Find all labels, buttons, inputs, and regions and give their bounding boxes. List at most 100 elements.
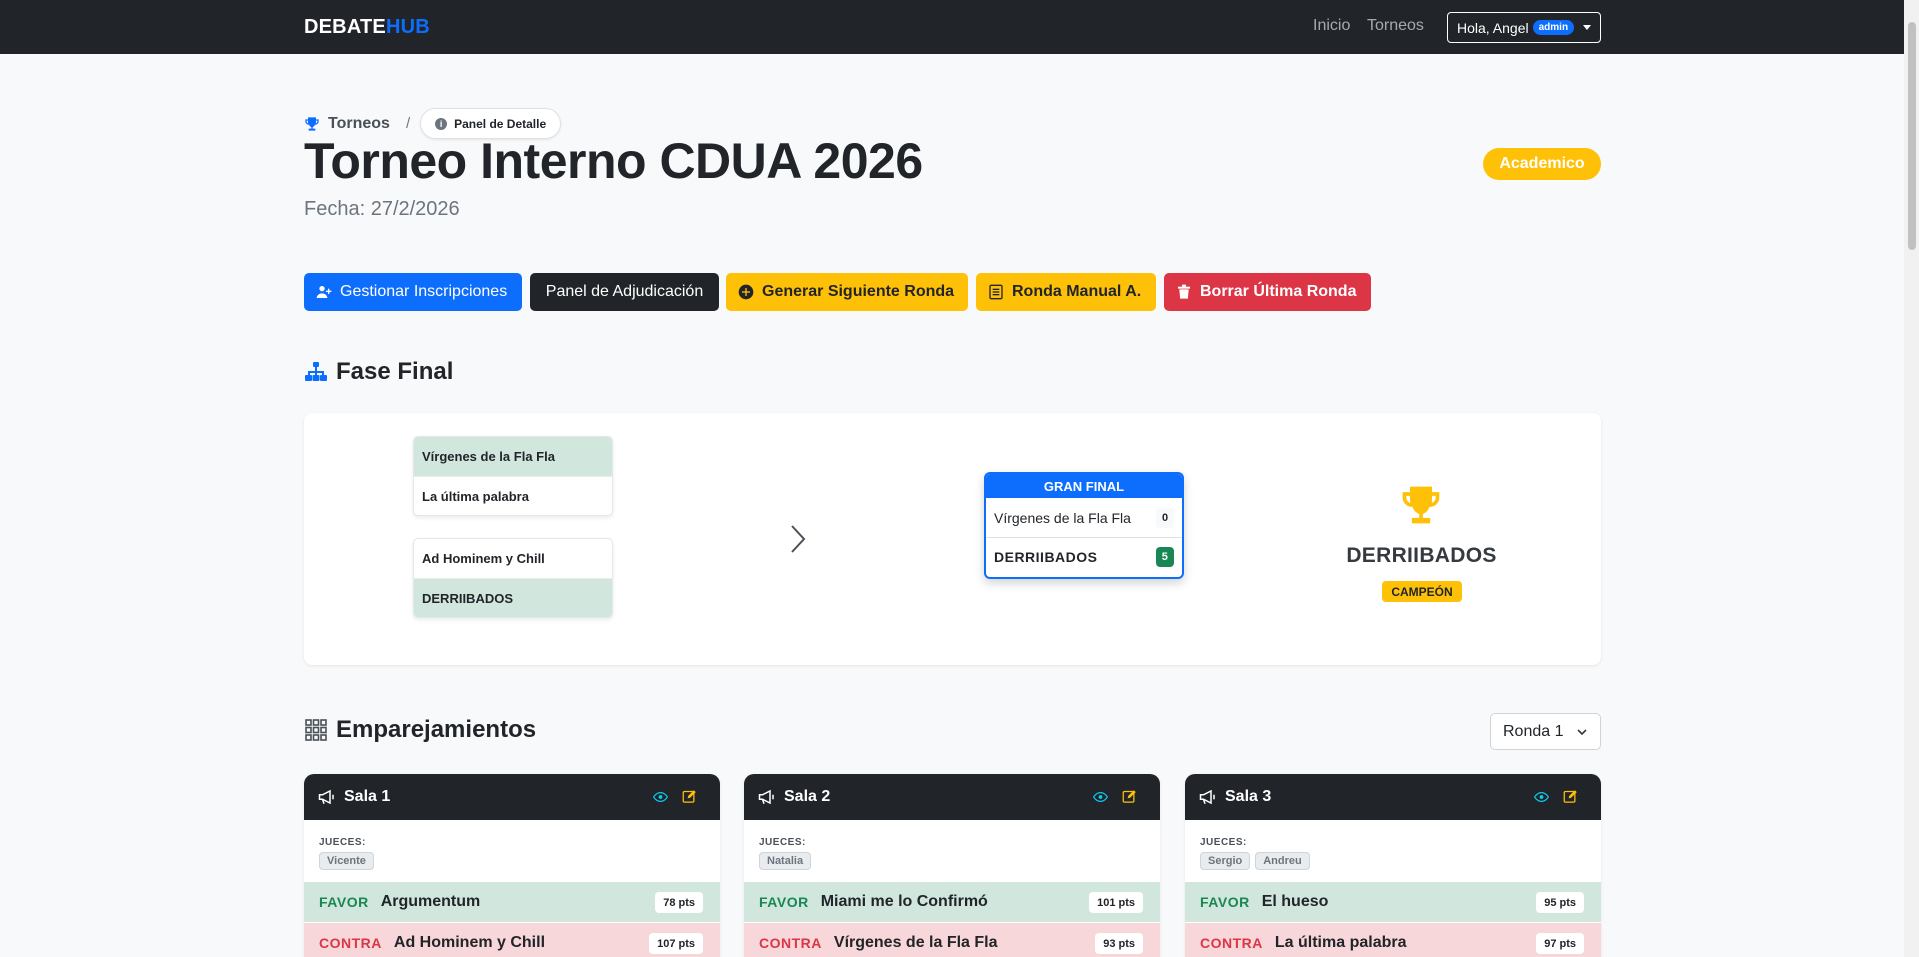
judges-label: JUECES: <box>319 837 366 848</box>
scrollbar-thumb[interactable] <box>1908 22 1916 250</box>
favor-label: FAVOR <box>759 894 809 910</box>
grand-final-match: GRAN FINAL Vírgenes de la Fla Fla 0 DERR… <box>984 472 1184 579</box>
semifinal-match-2: Ad Hominem y Chill DERRIIBADOS <box>413 538 613 618</box>
judge-tag: Vicente <box>319 852 374 870</box>
plus-circle-icon <box>738 284 754 300</box>
adjudication-panel-button[interactable]: Panel de Adjudicación <box>530 273 719 311</box>
favor-row: FAVOR Miami me lo Confirmó 101 pts <box>744 882 1160 922</box>
bracket-card: Vírgenes de la Fla Fla La última palabra… <box>304 413 1601 665</box>
grand-final-score-b: 5 <box>1156 547 1174 567</box>
delete-last-round-button[interactable]: Borrar Última Ronda <box>1164 273 1371 311</box>
nav-link-inicio[interactable]: Inicio <box>1313 17 1350 35</box>
grid-icon <box>305 719 327 741</box>
tournament-date: Fecha: 27/2/2026 <box>304 198 460 220</box>
favor-points: 78 pts <box>655 892 703 913</box>
eye-icon[interactable] <box>1534 790 1549 804</box>
grand-final-team-b-row: DERRIIBADOS 5 <box>986 537 1182 576</box>
page-title: Torneo Interno CDUA 2026 <box>304 133 923 189</box>
favor-team: Argumentum <box>380 893 481 910</box>
room-card-1: Sala 1 JUECES: Vicente FAVOR Argumentum … <box>304 774 720 957</box>
room-card-2: Sala 2 JUECES: Natalia FAVOR Miami me lo… <box>744 774 1160 957</box>
grand-final-score-a: 0 <box>1156 507 1174 528</box>
manage-registrations-button[interactable]: Gestionar Inscripciones <box>304 273 522 311</box>
grand-final-label: GRAN FINAL <box>986 474 1182 498</box>
room-header: Sala 2 <box>744 774 1160 820</box>
list-icon <box>989 284 1003 300</box>
round-select[interactable]: Ronda 1 <box>1490 713 1601 750</box>
contra-points: 93 pts <box>1095 933 1143 954</box>
judges-label: JUECES: <box>759 837 806 848</box>
room-name: Sala 1 <box>344 788 391 805</box>
contra-label: CONTRA <box>759 935 822 951</box>
champion-name: DERRIIBADOS <box>1346 544 1497 567</box>
semifinal-1-team-b: La última palabra <box>414 476 612 515</box>
contra-team: Ad Hominem y Chill <box>393 934 546 951</box>
brand-part2: HUB <box>385 16 430 38</box>
judges-list: Vicente <box>319 852 379 870</box>
favor-points: 101 pts <box>1089 892 1143 913</box>
judge-tag: Sergio <box>1200 852 1251 870</box>
contra-row: CONTRA Ad Hominem y Chill 107 pts <box>304 923 720 957</box>
judges-list: Natalia <box>759 852 816 870</box>
delete-last-round-label: Borrar Última Ronda <box>1200 283 1357 300</box>
contra-label: CONTRA <box>319 935 382 951</box>
contra-points: 107 pts <box>649 933 703 954</box>
megaphone-icon <box>318 789 334 805</box>
user-greeting: Hola, Angel <box>1457 19 1529 36</box>
final-phase-heading: Fase Final <box>304 358 453 386</box>
contra-team: Vírgenes de la Fla Fla <box>833 934 998 951</box>
judges-list: Sergio Andreu <box>1200 852 1315 870</box>
pairings-title: Emparejamientos <box>336 716 537 743</box>
edit-icon[interactable] <box>1122 789 1137 804</box>
favor-points: 95 pts <box>1536 892 1584 913</box>
grand-final-team-a-row: Vírgenes de la Fla Fla 0 <box>986 498 1182 537</box>
room-header: Sala 3 <box>1185 774 1601 820</box>
tournament-type-badge: Academico <box>1483 148 1601 180</box>
room-name: Sala 3 <box>1225 788 1272 805</box>
info-icon: i <box>435 117 448 130</box>
caret-down-icon <box>1583 25 1592 30</box>
semifinal-2-team-b: DERRIIBADOS <box>414 578 612 617</box>
edit-icon[interactable] <box>682 789 697 804</box>
eye-icon[interactable] <box>1093 790 1108 804</box>
adjudication-panel-label: Panel de Adjudicación <box>545 283 704 300</box>
judge-tag: Andreu <box>1255 852 1310 870</box>
manual-round-label: Ronda Manual A. <box>1012 283 1142 300</box>
judge-tag: Natalia <box>759 852 812 870</box>
generate-next-round-button[interactable]: Generar Siguiente Ronda <box>726 273 968 311</box>
eye-icon[interactable] <box>653 790 668 804</box>
page-scrollbar[interactable] <box>1904 0 1919 957</box>
semifinal-match-1: Vírgenes de la Fla Fla La última palabra <box>413 436 613 516</box>
sitemap-icon <box>305 362 327 381</box>
favor-row: FAVOR Argumentum 78 pts <box>304 882 720 922</box>
edit-icon[interactable] <box>1563 789 1578 804</box>
nav-link-torneos[interactable]: Torneos <box>1367 17 1424 35</box>
semifinal-1-team-a: Vírgenes de la Fla Fla <box>414 437 612 476</box>
megaphone-icon <box>758 789 774 805</box>
round-select-value: Ronda 1 <box>1503 722 1564 740</box>
manual-round-button[interactable]: Ronda Manual A. <box>976 273 1156 311</box>
grand-final-team-a: Vírgenes de la Fla Fla <box>994 509 1131 526</box>
semifinal-2-team-a: Ad Hominem y Chill <box>422 551 545 566</box>
favor-label: FAVOR <box>319 894 369 910</box>
favor-team: El hueso <box>1261 893 1329 910</box>
chevron-down-icon <box>1577 729 1587 736</box>
room-header: Sala 1 <box>304 774 720 820</box>
megaphone-icon <box>1199 789 1215 805</box>
favor-row: FAVOR El hueso 95 pts <box>1185 882 1601 922</box>
brand-logo[interactable]: DEBATEHUB <box>304 16 430 39</box>
breadcrumb-torneos[interactable]: Torneos <box>328 115 390 133</box>
pairings-heading: Emparejamientos <box>304 716 536 744</box>
judges-label: JUECES: <box>1200 837 1247 848</box>
final-phase-title: Fase Final <box>336 358 454 385</box>
user-menu-button[interactable]: Hola, Angel admin <box>1447 12 1601 43</box>
favor-label: FAVOR <box>1200 894 1250 910</box>
champion-badge: CAMPEÓN <box>1382 581 1462 602</box>
trash-icon <box>1178 284 1190 299</box>
contra-points: 97 pts <box>1536 933 1584 954</box>
chevron-right-icon <box>791 525 806 553</box>
grand-final-team-b: DERRIIBADOS <box>994 549 1098 565</box>
breadcrumb-separator: / <box>405 115 411 132</box>
generate-next-round-label: Generar Siguiente Ronda <box>762 283 955 300</box>
user-plus-icon <box>316 286 332 298</box>
